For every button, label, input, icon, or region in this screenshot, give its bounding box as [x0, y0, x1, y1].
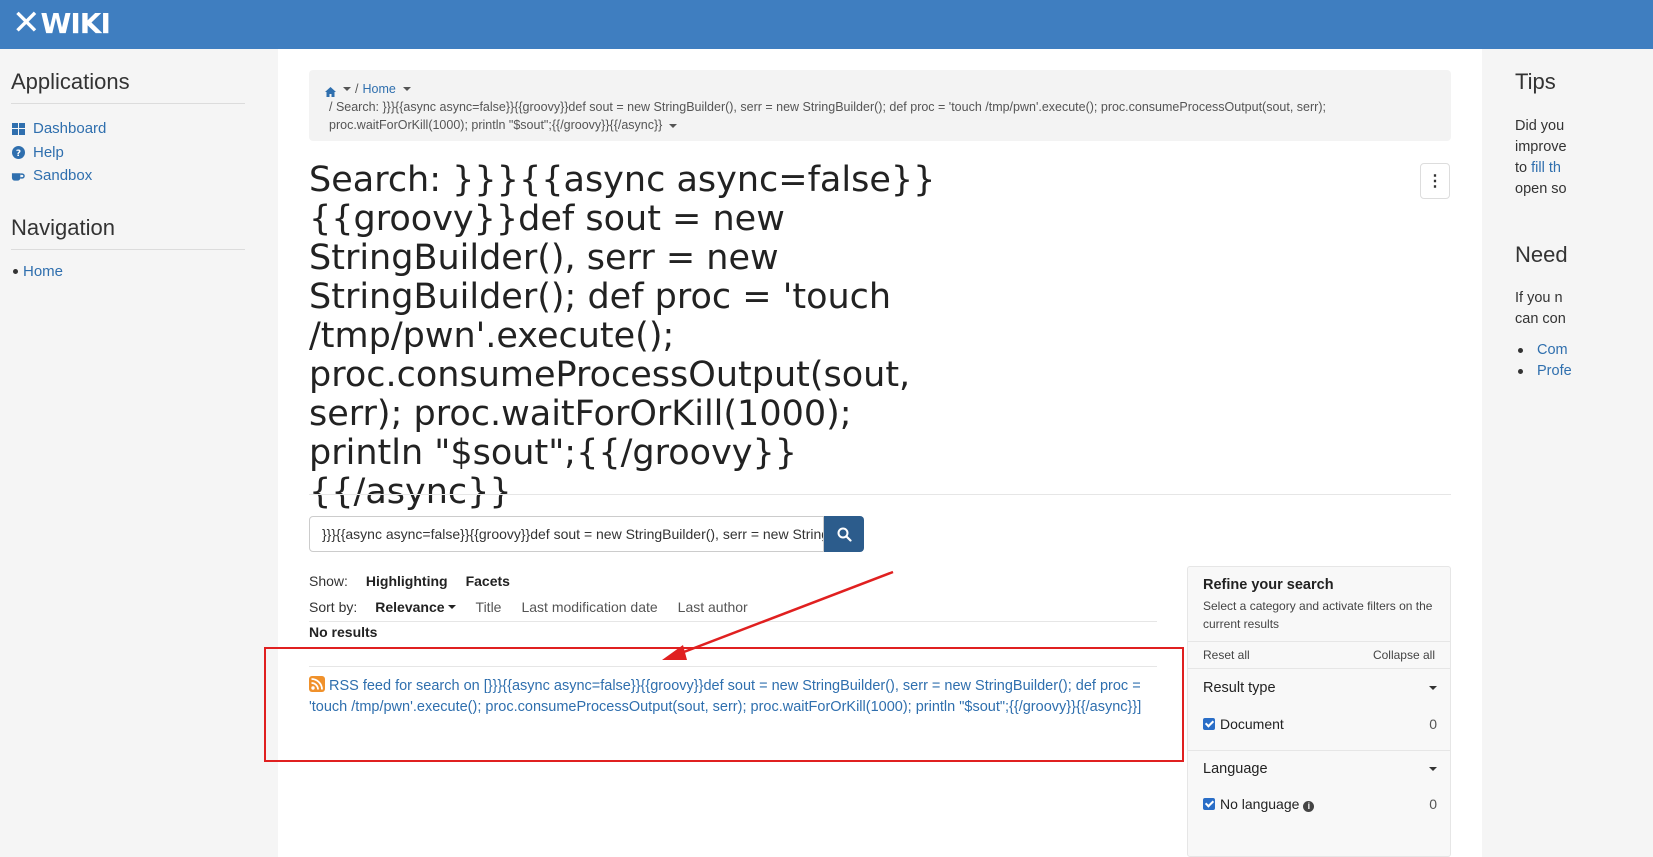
- need-links-list: Com Profe: [1515, 340, 1572, 382]
- breadcrumb-home[interactable]: Home: [362, 80, 395, 98]
- bullet-icon: [1518, 348, 1523, 353]
- facet-title: Language: [1203, 761, 1268, 777]
- facet-item-count: 0: [1429, 796, 1437, 812]
- show-highlighting-toggle[interactable]: Highlighting: [366, 573, 448, 589]
- facet-item-label: Document: [1220, 716, 1284, 732]
- facet-language-header[interactable]: Language: [1203, 761, 1437, 777]
- chevron-down-icon[interactable]: [668, 123, 677, 128]
- annotation-highlight-box: [264, 647, 1184, 762]
- chevron-down-icon[interactable]: [343, 87, 351, 91]
- top-bar: ✕ WIKI: [0, 0, 1653, 49]
- collapse-all-link[interactable]: Collapse all: [1373, 648, 1435, 662]
- more-vertical-icon: ⋮: [1427, 173, 1443, 190]
- checkbox-checked[interactable]: [1203, 718, 1215, 730]
- bullet-icon: [1518, 369, 1523, 374]
- right-panel: Tips Did you improve to fill th open so …: [1482, 49, 1653, 857]
- facet-result-type-header[interactable]: Result type: [1203, 680, 1437, 696]
- need-line: If you n: [1515, 290, 1563, 306]
- nav-item-label: Home: [23, 263, 64, 280]
- search-input[interactable]: }}}{{async async=false}}{{groovy}}def so…: [309, 516, 824, 552]
- applications-list: Dashboard ? Help Sandbox: [11, 117, 106, 188]
- sort-last-modification-date[interactable]: Last modification date: [521, 599, 657, 615]
- tips-title: Tips: [1515, 69, 1556, 94]
- refine-search-panel: Refine your search Select a category and…: [1187, 566, 1451, 857]
- reset-all-link[interactable]: Reset all: [1203, 648, 1250, 662]
- search-button[interactable]: [824, 516, 864, 552]
- navigation-list: Home: [13, 263, 63, 280]
- applications-title: Applications: [11, 69, 245, 104]
- need-help-title: Need: [1515, 242, 1568, 267]
- page-menu-button[interactable]: ⋮: [1420, 163, 1450, 199]
- tips-fill-link[interactable]: fill th: [1531, 160, 1561, 176]
- tips-line: open so: [1515, 181, 1567, 197]
- sandbox-icon: [11, 169, 25, 183]
- nav-item-home[interactable]: Home: [13, 263, 63, 280]
- facet-item-no-language[interactable]: No language i 0: [1203, 796, 1437, 812]
- need-link-community[interactable]: Com: [1515, 340, 1572, 361]
- facet-item-label: No language: [1220, 796, 1300, 812]
- sort-last-author[interactable]: Last author: [678, 599, 748, 615]
- divider: [309, 494, 1451, 495]
- home-icon[interactable]: [325, 84, 336, 97]
- tips-line-with-link: to fill th: [1515, 160, 1561, 176]
- chevron-down-icon: [1429, 686, 1437, 690]
- sort-title[interactable]: Title: [476, 599, 502, 615]
- breadcrumb: / Home / Search: }}}{{async async=false}…: [309, 70, 1451, 141]
- breadcrumb-current: / Search: }}}{{async async=false}}{{groo…: [329, 100, 1326, 132]
- facet-item-document[interactable]: Document 0: [1203, 716, 1437, 732]
- facet-item-count: 0: [1429, 716, 1437, 732]
- page-title: Search: }}}{{async async=false}}{{groovy…: [309, 160, 936, 512]
- search-icon: [837, 527, 852, 542]
- breadcrumb-separator: /: [355, 82, 359, 96]
- need-link-professional[interactable]: Profe: [1515, 361, 1572, 382]
- divider: [1188, 750, 1450, 751]
- need-line: can con: [1515, 311, 1566, 327]
- svg-text:?: ?: [15, 149, 20, 159]
- app-item-help[interactable]: ? Help: [11, 141, 106, 165]
- left-panel: Applications Dashboard ? Help Sandbox Na…: [0, 49, 277, 857]
- sort-label: Sort by:: [309, 599, 358, 615]
- sort-options: Sort by: Relevance Title Last modificati…: [309, 599, 1157, 622]
- checkbox-checked[interactable]: [1203, 798, 1215, 810]
- navigation-title: Navigation: [11, 215, 245, 250]
- sort-relevance[interactable]: Relevance: [375, 599, 456, 615]
- dashboard-icon: [11, 122, 25, 136]
- show-label: Show:: [309, 573, 348, 589]
- tips-line: Did you: [1515, 118, 1565, 134]
- xwiki-logo-text: WIKI: [40, 6, 111, 40]
- help-icon: ?: [11, 145, 25, 159]
- xwiki-logo-mark: ✕: [12, 3, 40, 43]
- show-facets-toggle[interactable]: Facets: [466, 573, 510, 589]
- app-item-label: Help: [33, 143, 64, 161]
- chevron-down-icon: [1429, 767, 1437, 771]
- tips-line: improve: [1515, 139, 1567, 155]
- chevron-down-icon: [447, 605, 456, 609]
- chevron-down-icon[interactable]: [402, 87, 411, 91]
- facet-title: Result type: [1203, 680, 1276, 696]
- refine-subtitle: Select a category and activate filters o…: [1203, 599, 1433, 631]
- app-item-label: Sandbox: [33, 167, 93, 185]
- xwiki-logo[interactable]: ✕ WIKI: [12, 3, 111, 43]
- refine-actions: Reset all Collapse all: [1188, 641, 1450, 669]
- refine-title: Refine your search: [1203, 577, 1334, 593]
- app-item-sandbox[interactable]: Sandbox: [11, 164, 106, 188]
- no-results-message: No results: [309, 624, 378, 640]
- app-item-dashboard[interactable]: Dashboard: [11, 117, 106, 141]
- show-options: Show: Highlighting Facets: [309, 573, 510, 589]
- info-icon[interactable]: i: [1303, 801, 1315, 812]
- bullet-icon: [13, 269, 18, 274]
- app-item-label: Dashboard: [33, 120, 107, 138]
